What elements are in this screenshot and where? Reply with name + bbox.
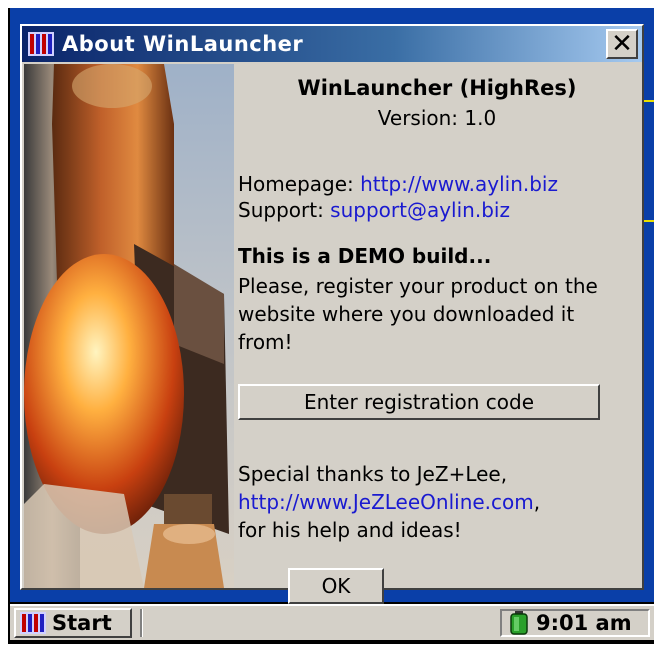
clock[interactable]: 9:01 am [536, 611, 632, 635]
winlauncher-icon [28, 32, 54, 56]
demo-message: Please, register your product on the web… [238, 274, 598, 354]
taskbar: Start 9:01 am [10, 604, 654, 640]
homepage-link[interactable]: http://www.aylin.biz [360, 172, 558, 196]
enter-registration-code-button[interactable]: Enter registration code [238, 384, 600, 420]
start-logo-icon [20, 612, 46, 634]
product-name: WinLauncher (HighRes) [297, 76, 577, 100]
demo-heading: This is a DEMO build... [238, 244, 492, 268]
homepage-row: Homepage: http://www.aylin.biz [238, 172, 558, 196]
desktop-decoration [644, 100, 654, 102]
battery-status-icon[interactable] [510, 611, 528, 635]
window-title: About WinLauncher [62, 32, 304, 56]
close-icon: ✕ [611, 29, 633, 59]
system-tray[interactable]: 9:01 am [500, 609, 650, 637]
credits-line: Special thanks to JeZ+Lee, [238, 462, 508, 486]
close-button[interactable]: ✕ [606, 29, 638, 59]
ok-button[interactable]: OK [288, 568, 384, 604]
desktop-decoration [644, 220, 654, 222]
start-label: Start [52, 611, 112, 635]
credits-line: for his help and ideas! [238, 518, 462, 542]
version-text: Version: 1.0 [377, 106, 497, 130]
start-button[interactable]: Start [14, 608, 132, 638]
support-label: Support: [238, 198, 324, 222]
homepage-label: Homepage: [238, 172, 354, 196]
about-content: WinLauncher (HighRes) Version: 1.0 Homep… [232, 64, 642, 604]
credits-link[interactable]: http://www.JeZLeeOnline.com [238, 490, 534, 514]
support-email-link[interactable]: support@aylin.biz [330, 198, 510, 222]
about-dialog: About WinLauncher ✕ WinLauncher (HighRes… [20, 24, 644, 604]
title-bar[interactable]: About WinLauncher ✕ [22, 26, 642, 62]
support-row: Support: support@aylin.biz [238, 198, 510, 222]
credits: Special thanks to JeZ+Lee, http://www.Je… [238, 460, 628, 544]
taskbar-separator [140, 609, 143, 637]
shuttle-launch-image [24, 64, 234, 588]
